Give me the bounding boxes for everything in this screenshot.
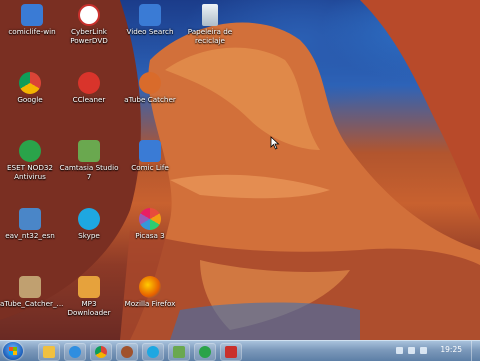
camtasia-icon [173, 346, 185, 358]
media-player-icon [69, 346, 81, 358]
desktop-icon-label: Comic Life [131, 163, 169, 172]
desktop-icon-mp3-downloader[interactable]: MP3 Downloader [59, 276, 119, 332]
recorder-icon [225, 346, 237, 358]
desktop-icon-label: Mozilla Firefox [124, 299, 176, 308]
mp3-downloader-icon [78, 276, 100, 298]
eset-icon [19, 140, 41, 162]
skype-icon [147, 346, 159, 358]
desktop-icon-label: Google [17, 95, 43, 104]
desktop-icon-picasa[interactable]: Picasa 3 [120, 208, 180, 264]
taskbar-camtasia[interactable] [168, 343, 190, 361]
taskbar-chrome[interactable] [90, 343, 112, 361]
desktop-icon-label: aTube_Catcher_... [0, 299, 64, 308]
ccleaner-icon [78, 72, 100, 94]
desktop-icon-eav-nt32-esn[interactable]: eav_nt32_esn [0, 208, 60, 264]
tray-arrow-icon[interactable] [396, 347, 403, 354]
desktop-icon-eset-nod32[interactable]: ESET NOD32 Antivirus [0, 140, 60, 196]
taskbar-eset[interactable] [194, 343, 216, 361]
taskbar-skype[interactable] [142, 343, 164, 361]
desktop-icon-cyberlink-powerdvd[interactable]: CyberLink PowerDVD [59, 4, 119, 60]
skype-icon [78, 208, 100, 230]
powerdvd-icon [78, 4, 100, 26]
desktop-icon-recycle-bin[interactable]: Papeleira de reciclaje [180, 4, 240, 60]
desktop-wallpaper: comiclife-win CyberLink PowerDVD Video S… [0, 0, 480, 340]
desktop-icon-label: CCleaner [72, 95, 106, 104]
taskbar-recorder[interactable] [220, 343, 242, 361]
taskbar-media-player[interactable] [64, 343, 86, 361]
comic-life-icon [139, 140, 161, 162]
atube-catcher-icon [139, 72, 161, 94]
desktop-icon-atube-catcher[interactable]: aTube Catcher [120, 72, 180, 128]
desktop-icon-ccleaner[interactable]: CCleaner [59, 72, 119, 128]
taskbar-atube[interactable] [116, 343, 138, 361]
desktop-icon-label: Papeleira de reciclaje [187, 27, 233, 45]
show-desktop-button[interactable] [471, 341, 480, 361]
recycle-bin-icon [202, 4, 218, 26]
desktop-icon-label: Camtasia Studio 7 [59, 163, 119, 181]
desktop-icon-label: CyberLink PowerDVD [70, 27, 108, 45]
taskbar-explorer[interactable] [38, 343, 60, 361]
installer-icon [19, 208, 41, 230]
desktop-icon-camtasia[interactable]: Camtasia Studio 7 [59, 140, 119, 196]
clock[interactable]: 19:25 [440, 345, 462, 354]
desktop-icon-label: Video Search [126, 27, 174, 36]
eset-icon [199, 346, 211, 358]
start-button[interactable] [3, 342, 23, 360]
desktop-icon-label: Skype [78, 231, 100, 240]
windows-logo-icon [9, 347, 17, 355]
desktop-icon-comiclife-win[interactable]: comiclife-win [2, 4, 62, 60]
desktop-icon-label: aTube Catcher [124, 95, 176, 104]
chrome-icon [95, 346, 107, 358]
desktop-icon-label: eav_nt32_esn [5, 231, 55, 240]
mouse-cursor-icon [270, 136, 280, 150]
desktop-icon-atube-catcher-installer[interactable]: aTube_Catcher_... [0, 276, 64, 332]
desktop-icon-label: comiclife-win [8, 27, 56, 36]
comiclife-icon [21, 4, 43, 26]
network-icon[interactable] [408, 347, 415, 354]
desktop-icon-comic-life[interactable]: Comic Life [120, 140, 180, 196]
folder-icon [43, 346, 55, 358]
volume-icon[interactable] [420, 347, 427, 354]
desktop-icon-label: ESET NOD32 Antivirus [6, 163, 54, 181]
desktop-icon-google[interactable]: Google [0, 72, 60, 128]
chrome-icon [19, 72, 41, 94]
desktop-icon-video-search[interactable]: Video Search [120, 4, 180, 60]
atube-installer-icon [19, 276, 41, 298]
desktop-icon-skype[interactable]: Skype [59, 208, 119, 264]
camtasia-icon [78, 140, 100, 162]
firefox-icon [139, 276, 161, 298]
desktop-icon-label: MP3 Downloader [67, 299, 111, 317]
taskbar: 19:25 [0, 340, 480, 361]
desktop-icon-label: Picasa 3 [135, 231, 165, 240]
system-tray: 19:25 [390, 341, 480, 361]
atube-catcher-icon [121, 346, 133, 358]
video-search-icon [139, 4, 161, 26]
picasa-icon [139, 208, 161, 230]
desktop-icon-mozilla-firefox[interactable]: Mozilla Firefox [120, 276, 180, 332]
